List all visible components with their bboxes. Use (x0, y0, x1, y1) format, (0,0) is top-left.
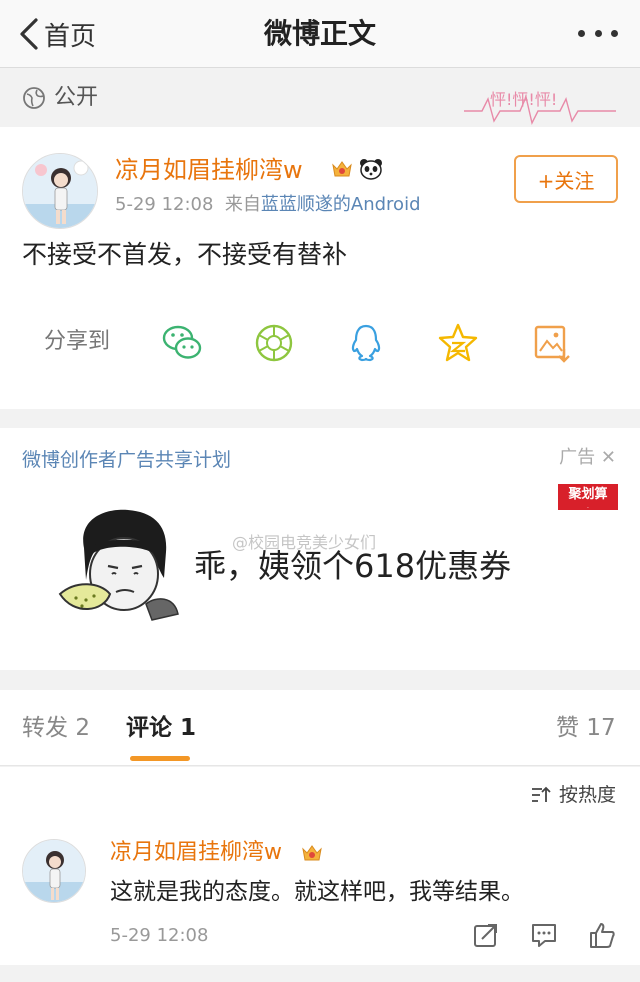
globe-icon (23, 87, 45, 109)
sort-button[interactable]: 按热度 (531, 781, 616, 809)
nav-bar: 首页 微博正文 (0, 0, 640, 68)
crown-badge-icon (332, 161, 352, 177)
post-meta: 5-29 12:08 来自蓝蓝顺遂的Android (115, 191, 421, 219)
tab-comment-count: 1 (180, 715, 197, 741)
brand-badge-subtext: . (587, 503, 589, 510)
brand-badge-label: 聚划算 (568, 487, 608, 502)
qq-icon[interactable] (344, 321, 388, 365)
post-time: 5-29 12:08 (115, 194, 214, 215)
more-button[interactable] (578, 26, 618, 40)
chevron-left-icon (20, 18, 38, 50)
tab-repost-label: 转发 (22, 715, 68, 741)
visibility-label: 公开 (54, 85, 99, 110)
wechat-icon[interactable] (160, 321, 204, 365)
sort-icon (531, 786, 551, 802)
follow-button[interactable]: +关注 (514, 155, 618, 203)
qzone-icon[interactable] (436, 321, 480, 365)
reply-icon[interactable] (530, 921, 558, 949)
svg-text:怦!怦!怦!: 怦!怦!怦! (490, 90, 557, 109)
dot-icon (611, 29, 618, 37)
panda-badge-icon (360, 159, 382, 180)
back-label: 首页 (44, 21, 97, 52)
comment-time: 5-29 12:08 (110, 925, 209, 946)
comment-text: 这就是我的态度。就这样吧，我等结果。 (110, 879, 524, 905)
moments-icon[interactable] (252, 321, 296, 365)
avatar-image (23, 840, 85, 902)
author-badges (330, 157, 384, 181)
interaction-tabs: 转发 2 评论 1 赞 17 (0, 690, 640, 766)
meme-image (58, 509, 179, 621)
close-icon[interactable]: ✕ (601, 447, 616, 468)
back-button[interactable]: 首页 (18, 14, 96, 54)
tab-like-count: 17 (586, 715, 616, 741)
ad-program-title[interactable]: 微博创作者广告共享计划 (22, 446, 231, 474)
avatar-image (23, 154, 97, 228)
tab-comment[interactable]: 评论 1 (126, 712, 196, 744)
post-source[interactable]: 蓝蓝顺遂的Android (261, 194, 421, 215)
comments-section: 按热度 凉月如眉挂柳湾w 这就是我的态度。就这样吧，我等结果。 5-29 12:… (0, 767, 640, 965)
source-prefix: 来自 (224, 194, 261, 215)
ad-label: 广告 (559, 447, 596, 468)
like-icon[interactable] (588, 921, 616, 949)
comment-author[interactable]: 凉月如眉挂柳湾w (110, 837, 282, 869)
tab-repost[interactable]: 转发 2 (22, 712, 90, 744)
visibility-bar: 公开 怦!怦!怦! (0, 69, 640, 127)
post-card: 凉月如眉挂柳湾w 5-29 12:08 来自蓝蓝顺遂的Android +关注 不… (0, 127, 640, 409)
tab-comment-label: 评论 (126, 715, 172, 741)
comment-avatar[interactable] (22, 839, 86, 903)
ad-card[interactable]: 微博创作者广告共享计划 广告 ✕ 聚划算 . @校园电竞美少女们 乖，姨领个61… (0, 428, 640, 670)
share-label: 分享到 (44, 329, 111, 354)
tab-like[interactable]: 赞 17 (556, 712, 616, 744)
crown-badge-icon (302, 845, 322, 861)
save-image-icon[interactable] (530, 321, 574, 365)
heartbeat-decoration: 怦!怦!怦! (464, 90, 616, 126)
tab-like-label: 赞 (556, 715, 579, 741)
author-avatar[interactable] (22, 153, 98, 229)
repost-icon[interactable] (472, 921, 500, 949)
tab-repost-count: 2 (75, 715, 90, 741)
ad-slogan: 乖，姨领个618优惠券 (194, 547, 512, 585)
sort-label: 按热度 (558, 784, 616, 806)
post-content: 不接受不首发，不接受有替补 (22, 240, 348, 269)
dot-icon (578, 29, 585, 37)
juhuasuan-badge: 聚划算 . (558, 484, 618, 510)
dot-icon (594, 29, 602, 37)
active-tab-indicator (130, 756, 190, 761)
author-name[interactable]: 凉月如眉挂柳湾w (115, 153, 303, 187)
ad-tag[interactable]: 广告 ✕ (559, 444, 616, 472)
